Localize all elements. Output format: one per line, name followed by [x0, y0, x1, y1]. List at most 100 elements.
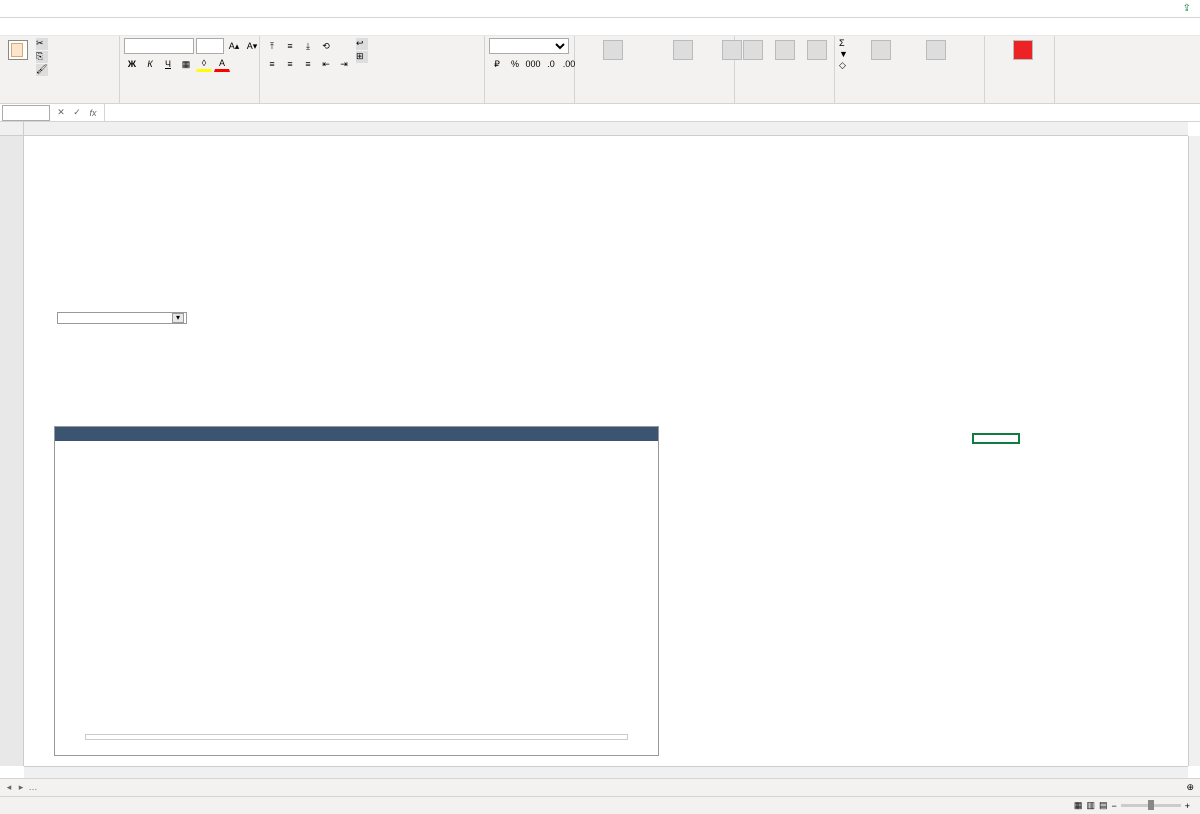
format-painter-button[interactable]: 🖌 [36, 64, 51, 76]
share-button[interactable]: ⇪ [1183, 3, 1194, 14]
format-icon [807, 40, 827, 60]
chart-header [55, 427, 658, 441]
bold-button[interactable]: Ж [124, 56, 140, 72]
npv-dropdown[interactable]: ▾ [57, 312, 187, 324]
horizontal-scrollbar[interactable] [24, 766, 1188, 778]
delete-cells-button[interactable] [771, 38, 799, 63]
underline-button[interactable]: Ч [160, 56, 176, 72]
zoom-out-button[interactable]: − [1111, 801, 1116, 811]
align-top-button[interactable]: ⤒ [264, 38, 280, 54]
font-color-button[interactable]: A [214, 56, 230, 72]
sum-icon: Σ [839, 38, 845, 48]
paste-button[interactable] [4, 38, 32, 63]
autosum-button[interactable]: Σ [839, 38, 851, 48]
paste-icon [8, 40, 28, 60]
fill-icon: ▼ [839, 49, 848, 59]
vertical-scrollbar[interactable] [1188, 136, 1200, 766]
align-middle-button[interactable]: ≡ [282, 38, 298, 54]
view-layout-button[interactable]: ▥ [1086, 800, 1095, 811]
row-headers [0, 136, 24, 766]
tab-nav: ◂ ▸ … [0, 782, 42, 793]
brush-icon: 🖌 [36, 64, 48, 76]
enter-formula-button[interactable]: ✓ [70, 106, 84, 120]
chart-container [54, 426, 659, 756]
merge-button[interactable]: ⊞ [356, 51, 371, 63]
comma-button[interactable]: 000 [525, 56, 541, 72]
currency-button[interactable]: ₽ [489, 56, 505, 72]
tab-prev-button[interactable]: ▸ [16, 782, 26, 793]
title-bar: ⇪ [0, 0, 1200, 18]
view-break-button[interactable]: ▤ [1099, 800, 1108, 811]
border-button[interactable]: ▦ [178, 56, 194, 72]
cond-format-button[interactable] [579, 38, 647, 63]
copy-icon: ⎘ [36, 51, 48, 63]
dropdown-arrow-icon: ▾ [172, 313, 184, 323]
zoom-controls: ▦ ▥ ▤ − + [1074, 800, 1194, 811]
inc-font-button[interactable]: A▴ [226, 38, 242, 54]
wrap-text-button[interactable]: ↩ [356, 38, 371, 50]
format-cells-button[interactable] [803, 38, 831, 63]
copy-button[interactable]: ⎘ [36, 51, 51, 63]
cond-fmt-icon [603, 40, 623, 60]
zoom-slider[interactable] [1121, 804, 1181, 807]
find-icon [926, 40, 946, 60]
number-format-select[interactable] [489, 38, 569, 54]
delete-icon [775, 40, 795, 60]
format-table-button[interactable] [651, 38, 714, 63]
clear-icon: ◇ [839, 60, 846, 71]
sort-button[interactable] [855, 38, 908, 63]
cut-button[interactable]: ✂ [36, 38, 51, 50]
sheet-tabs-bar: ◂ ▸ … ⊕ [0, 778, 1200, 796]
inc-indent-button[interactable]: ⇥ [336, 56, 352, 72]
merge-icon: ⊞ [356, 51, 368, 63]
fx-button[interactable]: fx [86, 106, 100, 120]
fill-color-button[interactable]: ◊ [196, 56, 212, 72]
orientation-button[interactable]: ⟲ [318, 38, 334, 54]
inc-decimal-button[interactable]: .0 [543, 56, 559, 72]
pdf-icon [1013, 40, 1033, 60]
zoom-thumb[interactable] [1148, 800, 1154, 810]
chart-legend [85, 734, 628, 740]
pdf-button[interactable] [989, 38, 1057, 63]
select-all-corner[interactable] [0, 122, 24, 136]
percent-button[interactable]: % [507, 56, 523, 72]
cells-area[interactable]: ▾ [24, 136, 1188, 766]
sort-icon [871, 40, 891, 60]
tab-first-button[interactable]: ◂ [4, 782, 14, 793]
formula-input[interactable] [104, 104, 1200, 121]
chart-tab-1 [55, 427, 135, 441]
view-normal-button[interactable]: ▦ [1074, 800, 1083, 811]
menu-bar [0, 18, 1200, 36]
font-name-select[interactable] [124, 38, 194, 54]
align-left-button[interactable]: ≡ [264, 56, 280, 72]
insert-cells-button[interactable] [739, 38, 767, 63]
column-headers [0, 122, 1188, 136]
chart-plot [55, 449, 658, 729]
insert-icon [743, 40, 763, 60]
spreadsheet-grid[interactable]: ▾ [0, 122, 1200, 778]
cancel-formula-button[interactable]: ✕ [54, 106, 68, 120]
clear-button[interactable]: ◇ [839, 60, 851, 71]
italic-button[interactable]: К [142, 56, 158, 72]
dec-indent-button[interactable]: ⇤ [318, 56, 334, 72]
font-size-select[interactable] [196, 38, 224, 54]
share-icon: ⇪ [1183, 3, 1191, 14]
dec-font-button[interactable]: A▾ [244, 38, 260, 54]
formula-bar: ✕ ✓ fx [0, 104, 1200, 122]
find-button[interactable] [912, 38, 960, 63]
chart-tab-2 [135, 427, 658, 441]
selected-cell[interactable] [972, 433, 1020, 444]
wrap-icon: ↩ [356, 38, 368, 50]
align-bottom-button[interactable]: ⤓ [300, 38, 316, 54]
zoom-in-button[interactable]: + [1185, 801, 1190, 811]
table-icon [673, 40, 693, 60]
fill-button[interactable]: ▼ [839, 49, 851, 59]
chart-title [55, 441, 658, 449]
name-box[interactable] [2, 105, 50, 121]
align-right-button[interactable]: ≡ [300, 56, 316, 72]
ribbon: ✂ ⎘ 🖌 A▴ A▾ Ж К Ч ▦ ◊ A [0, 36, 1200, 104]
align-center-button[interactable]: ≡ [282, 56, 298, 72]
new-sheet-button[interactable]: ⊕ [1180, 782, 1200, 793]
tab-menu-button[interactable]: … [28, 782, 38, 793]
cut-icon: ✂ [36, 38, 48, 50]
